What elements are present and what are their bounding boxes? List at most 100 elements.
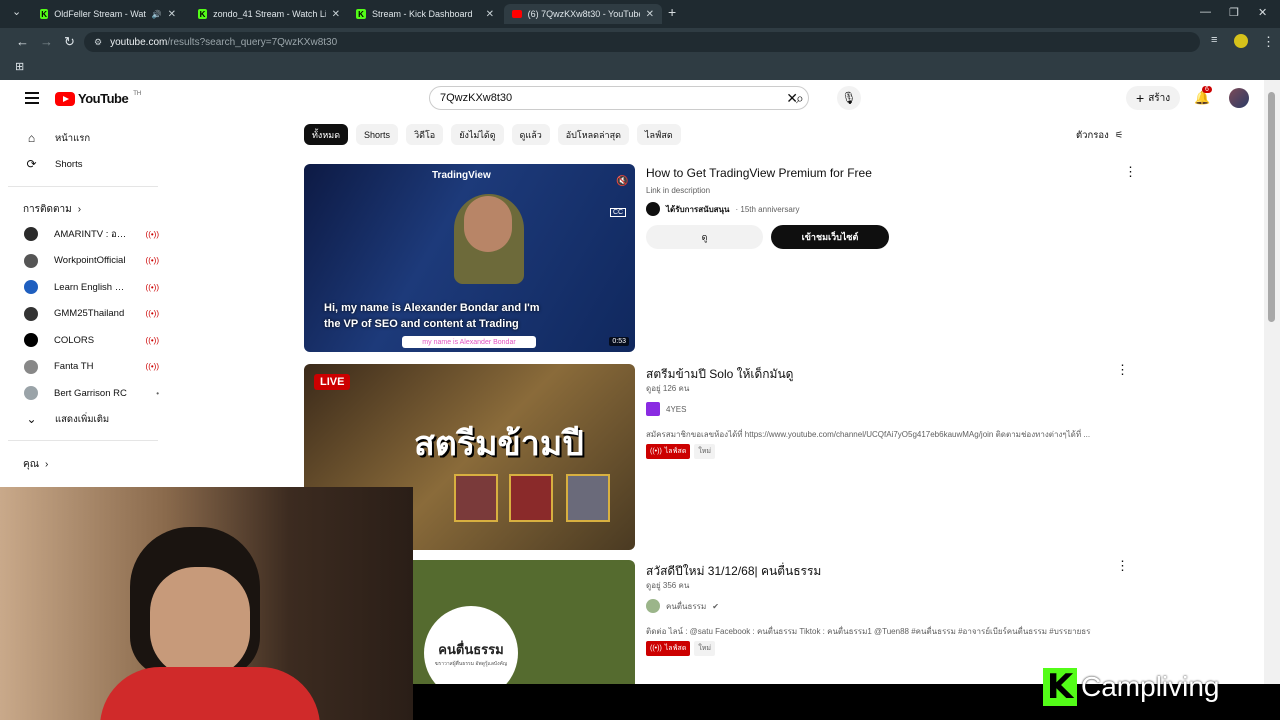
channel-info[interactable]: 4YES [646, 402, 686, 416]
home-icon: ⌂ [27, 131, 36, 145]
page-scrollbar[interactable] [1264, 80, 1280, 720]
browser-tab-4[interactable]: (6) 7QwzKXw8t30 - YouTube ✕ [504, 4, 662, 24]
browser-tab-1[interactable]: K OldFeller Stream - Watch Li 🔊 ✕ [32, 4, 184, 24]
channel-avatar [24, 333, 38, 347]
live-indicator-icon: ((•)) [145, 362, 159, 371]
new-tab-icon[interactable]: + [668, 4, 676, 20]
video-thumbnail[interactable]: TradingView 🔇 CC Hi, my name is Alexande… [304, 164, 635, 352]
filter-chip[interactable]: ไลฟ์สด [636, 124, 681, 145]
close-tab-icon[interactable]: ✕ [646, 9, 654, 20]
youtube-icon [512, 10, 522, 18]
sidebar-subscription-item[interactable]: Bert Garrison RC • [24, 383, 159, 403]
sidebar-subscription-item[interactable]: Learn English wit... ((•)) [24, 277, 159, 297]
filter-chip[interactable]: ดูแล้ว [511, 124, 550, 145]
apps-grid-icon[interactable]: ⊞ [15, 60, 24, 73]
sidebar-divider [8, 186, 158, 187]
close-tab-icon[interactable]: ✕ [486, 9, 494, 20]
live-broadcast-icon: ((•)) [650, 645, 662, 652]
hamburger-menu-icon[interactable] [25, 92, 39, 107]
profile-icon[interactable] [1234, 34, 1248, 48]
microphone-icon[interactable]: 🎙 [837, 86, 861, 110]
more-options-icon[interactable]: ⋮ [1116, 558, 1129, 574]
visit-site-button[interactable]: เข้าชมเว็บไซต์ [771, 225, 889, 249]
mute-icon[interactable]: 🔇 [616, 176, 628, 187]
chevron-right-icon: › [77, 204, 82, 215]
youtube-logo[interactable]: YouTube TH [55, 91, 141, 106]
kick-logo-icon: K [1043, 667, 1077, 707]
channel-avatar [24, 227, 38, 241]
channel-avatar [24, 306, 38, 321]
person-shirt [100, 667, 320, 720]
subscriptions-heading[interactable]: การติดตาม › [23, 202, 81, 217]
sidebar-subscription-item[interactable]: WorkpointOfficial ((•)) [24, 251, 159, 271]
sidebar-subscription-item[interactable]: AMARINTV : อมริ... ((•)) [24, 224, 159, 244]
live-indicator-icon: ((•)) [145, 282, 159, 292]
filter-chip[interactable]: Shorts [356, 124, 399, 145]
site-info-icon[interactable]: ⚙ [94, 37, 102, 48]
close-tab-icon[interactable]: ✕ [332, 9, 340, 20]
tradingview-logo: TradingView [432, 170, 491, 181]
notifications-bell-icon[interactable]: 🔔 6 [1194, 86, 1212, 106]
watch-button[interactable]: ดู [646, 225, 763, 249]
account-avatar[interactable] [1229, 88, 1249, 108]
hero-portrait [454, 474, 498, 522]
back-icon[interactable]: ← [16, 34, 29, 49]
show-more-button[interactable]: ⌄ แสดงเพิ่มเติม [24, 409, 159, 429]
scrollbar-thumb[interactable] [1268, 92, 1275, 322]
filter-chip[interactable]: ยังไม่ได้ดู [451, 124, 504, 145]
filter-sliders-icon: ⚟ [1114, 130, 1124, 141]
live-indicator-icon: ((•)) [145, 335, 159, 345]
channel-avatar [646, 599, 660, 613]
menu-icon[interactable]: ⋮ [1262, 34, 1275, 50]
more-options-icon[interactable]: ⋮ [1116, 362, 1129, 378]
forward-icon[interactable]: → [40, 34, 53, 49]
browser-tab-3[interactable]: K Stream - Kick Dashboard ✕ [348, 4, 502, 24]
person-face [150, 567, 250, 677]
plus-icon: + [1136, 90, 1145, 106]
sidebar-divider [8, 440, 158, 441]
search-input[interactable]: 7QwzKXw8t30 ✕ [429, 86, 809, 110]
filter-chip[interactable]: วิดีโอ [406, 124, 444, 145]
speaker-icon[interactable]: 🔊 [152, 10, 162, 19]
live-indicator-icon: ((•)) [145, 229, 159, 239]
address-bar[interactable]: ⚙ youtube.com/results?search_query=7QwzK… [84, 32, 1200, 52]
create-button[interactable]: + สร้าง [1126, 86, 1181, 110]
cc-icon[interactable]: CC [610, 208, 627, 217]
sidebar-subscription-item[interactable]: GMM25Thailand ((•)) [24, 304, 159, 324]
hero-portrait [566, 474, 610, 522]
extensions-icon[interactable]: ≡ [1211, 34, 1217, 46]
maximize-icon[interactable]: ❐ [1229, 6, 1239, 19]
reload-icon[interactable]: ↻ [64, 34, 75, 50]
filter-chip[interactable]: ทั้งหมด [304, 124, 349, 145]
live-badge: ((•)) ไลฟ์สด [646, 641, 691, 656]
you-heading[interactable]: คุณ › [23, 457, 48, 472]
youtube-play-icon [55, 91, 75, 106]
shorts-icon: ⟳ [26, 157, 37, 171]
close-window-icon[interactable]: ✕ [1258, 6, 1267, 19]
sidebar-item-home[interactable]: ⌂ หน้าแรก [24, 128, 159, 148]
channel-info[interactable]: คนตื่นธรรม ✔ [646, 599, 719, 613]
video-title[interactable]: How to Get TradingView Premium for Free [646, 166, 872, 180]
channel-avatar [646, 402, 660, 416]
browser-tab-2[interactable]: K zondo_41 Stream - Watch Live ✕ [190, 4, 348, 24]
kick-brand-overlay: K Campliving [1043, 667, 1220, 707]
sidebar-subscription-item[interactable]: COLORS ((•)) [24, 330, 159, 350]
channel-avatar [24, 359, 38, 374]
filter-button[interactable]: ตัวกรอง ⚟ [1076, 128, 1123, 143]
sidebar-subscription-item[interactable]: Fanta TH ((•)) [24, 357, 159, 377]
presenter-face [464, 196, 512, 252]
more-options-icon[interactable]: ⋮ [1124, 164, 1137, 180]
sidebar-item-shorts[interactable]: ⟳ Shorts [24, 154, 159, 174]
channel-avatar [646, 202, 660, 216]
hero-portrait [509, 474, 553, 522]
chevron-down-icon: ⌄ [26, 412, 37, 426]
search-icon[interactable]: ⌕ [796, 90, 804, 107]
live-indicator-icon: ((•)) [145, 309, 159, 318]
kick-icon: K [356, 9, 366, 19]
close-tab-icon[interactable]: ✕ [168, 9, 176, 20]
tab-search-icon[interactable]: ⌄ [12, 5, 21, 18]
minimize-icon[interactable]: — [1200, 6, 1211, 18]
filter-chip[interactable]: อัปโหลดล่าสุด [557, 124, 629, 145]
channel-info[interactable]: ได้รับการสนับสนุน · 15th anniversary [646, 202, 800, 216]
channel-avatar [24, 253, 38, 268]
